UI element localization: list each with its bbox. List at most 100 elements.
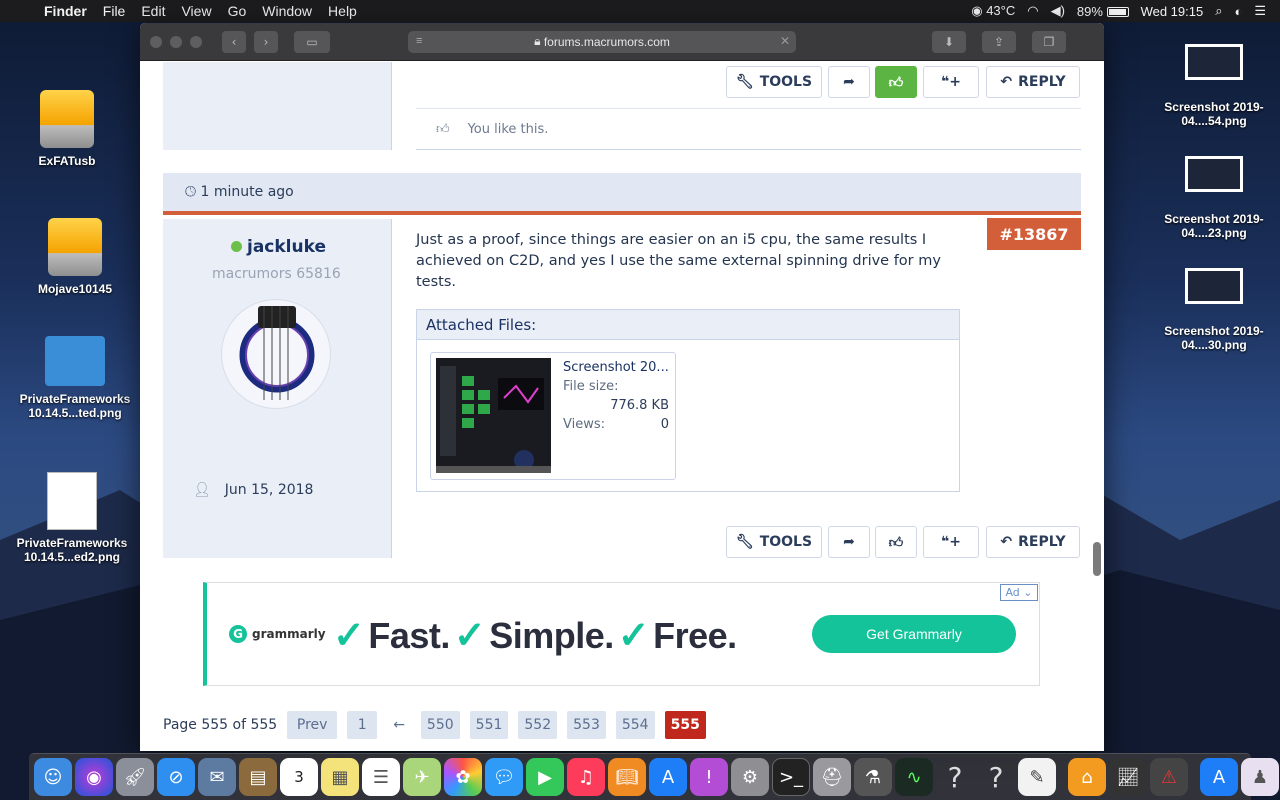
vertical-scrollbar[interactable] <box>1093 542 1101 576</box>
temperature-readout: 43°C <box>986 3 1016 18</box>
advertisement-banner[interactable]: Ad ⌄ G grammarly ✓ Fast. ✓ Simple. ✓ Free. … <box>203 582 1040 686</box>
prev-post-tools-button[interactable]: 🔧︎ TOOLS <box>726 66 822 98</box>
dock-books-icon[interactable]: 📖︎ <box>608 758 646 796</box>
sidebar-toggle-button[interactable]: ▭ <box>294 30 330 53</box>
document-thumbnail-icon <box>47 472 97 530</box>
desktop-icon-screenshot-3[interactable]: Screenshot 2019-04....30.png <box>1154 268 1274 352</box>
prev-post-reply-button[interactable]: ↶ REPLY <box>986 66 1080 98</box>
desktop-icon-exfatusb[interactable]: ExFATusb <box>7 90 127 168</box>
current-page[interactable]: 555 <box>664 711 706 739</box>
zoom-window-button[interactable] <box>190 35 202 48</box>
page-551-link[interactable]: 551 <box>469 711 509 739</box>
dock-console-icon[interactable]: ⚠ <box>1150 758 1188 796</box>
dock-maps-icon[interactable]: ✈ <box>403 758 441 796</box>
dock-photos-icon[interactable]: ✿ <box>444 758 482 796</box>
page-553-link[interactable]: 553 <box>567 711 606 739</box>
spotlight-search-icon[interactable]: ⌕ <box>1215 3 1222 19</box>
quote-button[interactable]: ❝+ <box>923 526 979 558</box>
page-552-link[interactable]: 552 <box>518 711 558 739</box>
clock[interactable]: Wed 19:15 <box>1141 4 1204 19</box>
tabs-icon: ❐ <box>1043 34 1055 49</box>
desktop-icon-privateframeworks-2[interactable]: PrivateFrameworks 10.14.5...ed2.png <box>12 472 132 564</box>
dock-mail-icon[interactable]: ✉ <box>198 758 236 796</box>
notification-center-icon[interactable]: ☰ <box>1254 3 1266 19</box>
desktop-icon-label: PrivateFrameworks 10.14.5...ted.png <box>19 392 131 420</box>
dock-finder-icon[interactable]: ☺ <box>34 758 72 796</box>
dock-app-store-icon[interactable]: A <box>649 758 687 796</box>
prev-post-share-button[interactable]: ➦ <box>828 66 870 98</box>
attachment-filename[interactable]: Screenshot 20... <box>563 360 669 375</box>
volume-icon[interactable]: ◀) <box>1051 3 1065 19</box>
dock-feedback-icon[interactable]: ! <box>690 758 728 796</box>
prev-post-like-button[interactable]: 👍︎ <box>875 66 917 98</box>
dock-disk-utility-icon[interactable]: ⛑ <box>813 758 851 796</box>
menu-help[interactable]: Help <box>320 3 365 19</box>
tabs-overview-button[interactable]: ❐ <box>1032 30 1066 53</box>
page-1-link[interactable]: 1 <box>347 711 378 739</box>
dock-terminal-icon[interactable]: >_ <box>772 758 810 796</box>
avatar[interactable] <box>221 299 331 409</box>
dock-launchpad-icon[interactable]: 🚀︎ <box>116 758 154 796</box>
views-value: 0 <box>660 417 669 432</box>
dock-unknown-app-icon[interactable]: ? <box>977 758 1015 796</box>
dock-contacts-icon[interactable]: ▤ <box>239 758 277 796</box>
jump-arrow-icon[interactable]: ← <box>387 711 411 739</box>
attachment-thumbnail[interactable] <box>436 358 551 473</box>
desktop-icon-mojave[interactable]: Mojave10145 <box>15 218 135 296</box>
dock-script-icon[interactable]: ⚗ <box>854 758 892 796</box>
dock-home-icon[interactable]: ⌂ <box>1068 758 1106 796</box>
dock-facetime-icon[interactable]: ▶ <box>526 758 564 796</box>
prev-post-quote-button[interactable]: ❝+ <box>923 66 979 98</box>
menu-file[interactable]: File <box>95 3 134 19</box>
username[interactable]: jackluke <box>247 237 326 257</box>
dock-system-preferences-icon[interactable]: ⚙ <box>731 758 769 796</box>
dock-unknown-app-icon[interactable]: ? <box>936 758 974 796</box>
dock-downloads-stack-icon[interactable]: ♟ <box>1241 758 1279 796</box>
thumbs-up-icon: 👍︎ <box>888 74 904 91</box>
dock-text-edit-icon[interactable]: ✎ <box>1018 758 1056 796</box>
post-time[interactable]: 1 minute ago <box>201 184 294 200</box>
dock-safari-icon[interactable]: ⊘ <box>157 758 195 796</box>
menu-view[interactable]: View <box>173 3 219 19</box>
ad-choices-tag[interactable]: Ad ⌄ <box>1000 584 1038 601</box>
wifi-icon[interactable]: ◠ <box>1027 3 1038 19</box>
temperature-icon[interactable]: ◉ 43°C <box>971 3 1015 19</box>
menu-window[interactable]: Window <box>254 3 320 19</box>
get-grammarly-button[interactable]: Get Grammarly <box>812 615 1016 653</box>
desktop-icon-privateframeworks-1[interactable]: PrivateFrameworks 10.14.5...ted.png <box>15 336 135 420</box>
join-date-row: 👤︎ Jun 15, 2018 <box>193 482 313 498</box>
prev-page-button[interactable]: Prev <box>287 711 338 739</box>
dock-messages-icon[interactable]: 💬︎ <box>485 758 523 796</box>
close-window-button[interactable] <box>150 35 162 48</box>
page-550-link[interactable]: 550 <box>420 711 460 739</box>
address-bar[interactable]: ≡ 🔒︎ forums.macrumors.com ✕ <box>408 30 796 53</box>
dock-reminders-icon[interactable]: ☰ <box>362 758 400 796</box>
menu-app-name[interactable]: Finder <box>36 3 95 19</box>
reply-button[interactable]: ↶ REPLY <box>986 526 1080 558</box>
attachment-card[interactable]: Screenshot 20... File size: 776.8 KB Vie… <box>430 352 676 480</box>
dock-siri-icon[interactable]: ◉ <box>75 758 113 796</box>
dock-notes-icon[interactable]: ▦ <box>321 758 359 796</box>
desktop-icon-screenshot-2[interactable]: Screenshot 2019-04....23.png <box>1154 156 1274 240</box>
dock-stocks-icon[interactable]: 📈︎ <box>1109 758 1147 796</box>
menu-edit[interactable]: Edit <box>133 3 173 19</box>
tools-button[interactable]: 🔧︎ TOOLS <box>726 526 822 558</box>
dock-music-icon[interactable]: ♫ <box>567 758 605 796</box>
forward-button[interactable]: › <box>254 30 278 53</box>
menu-go[interactable]: Go <box>220 3 255 19</box>
back-button[interactable]: ‹ <box>222 30 246 53</box>
battery-status[interactable]: 89% <box>1077 4 1129 19</box>
like-button[interactable]: 👍︎ <box>875 526 917 558</box>
desktop-icon-screenshot-1[interactable]: Screenshot 2019-04....54.png <box>1154 44 1274 128</box>
dock-activity-monitor-icon[interactable]: ∿ <box>895 758 933 796</box>
page-554-link[interactable]: 554 <box>615 711 655 739</box>
minimize-window-button[interactable] <box>170 35 182 48</box>
post-number[interactable]: #13867 <box>987 218 1081 250</box>
dock-calendar-icon[interactable]: 3 <box>280 758 318 796</box>
downloads-button[interactable]: ⬇ <box>932 30 966 53</box>
clear-url-icon[interactable]: ✕ <box>780 34 790 48</box>
siri-icon[interactable]: ◐ <box>1234 4 1242 19</box>
share-button[interactable]: ⇪ <box>982 30 1016 53</box>
share-post-button[interactable]: ➦ <box>828 526 870 558</box>
dock-app-store-folder-icon[interactable]: A <box>1200 758 1238 796</box>
